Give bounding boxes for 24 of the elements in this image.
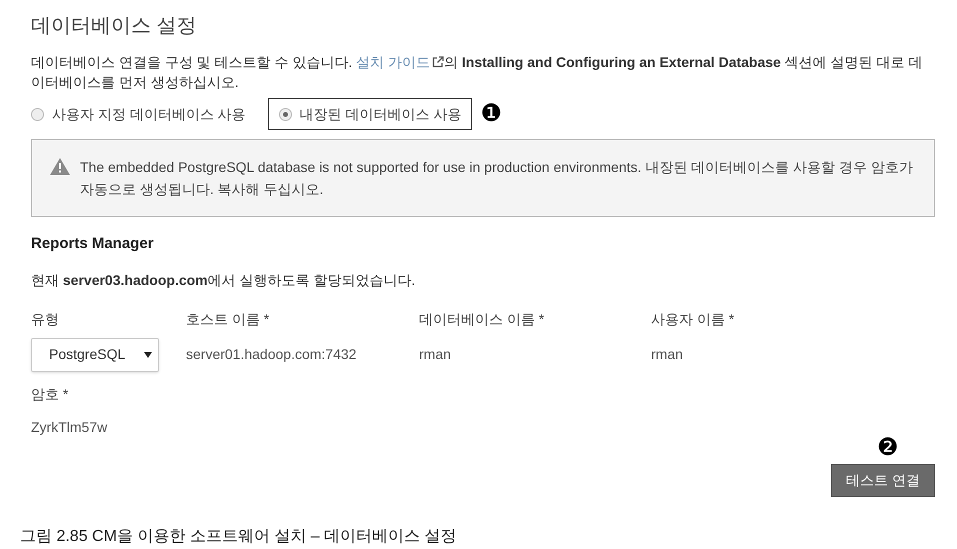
callout-number: ❶	[480, 102, 502, 126]
field-value: rman	[651, 345, 684, 364]
callout-number: ❷	[877, 436, 899, 460]
warning-text: The embedded PostgreSQL database is not supported for use in production environments. 내장된 데이터베이스를 사용할 경우 암호가 자동으로 생성됩니다. 복사해 두십시오.	[80, 158, 914, 199]
field-value: ZyrkTlm57w	[31, 418, 108, 437]
description-text: 데이터베이스 연결을 구성 및 테스트할 수 있습니다. 설치 가이드 의 Installing and Configuring an External Database 섹션에 설명된 대로 데이터베이스를 먼저 생성하십시오.	[31, 52, 924, 92]
field-value: rman	[419, 345, 452, 364]
type-dropdown[interactable]: PostgreSQL	[31, 338, 159, 372]
warning-icon	[50, 158, 70, 175]
field-label: 데이터베이스 이름 *	[419, 310, 546, 328]
field-label: 사용자 이름 *	[651, 310, 736, 328]
field-value: server01.hadoop.com:7432	[186, 345, 358, 364]
radio-option[interactable]: 내장된 데이터베이스 사용	[268, 98, 472, 130]
external-link-icon	[432, 56, 444, 68]
field-label: 암호 *	[31, 384, 70, 404]
figure-caption: 그림 2.85 CM을 이용한 소프트웨어 설치 – 데이터베이스 설정	[20, 526, 458, 546]
field-label: 호스트 이름 *	[186, 310, 270, 328]
caret-icon	[144, 352, 152, 358]
radio-option[interactable]: 사용자 지정 데이터베이스 사용	[31, 98, 260, 130]
page-title: 데이터베이스 설정	[31, 14, 198, 39]
section-title: Reports Manager	[31, 234, 155, 254]
field-label: 유형	[31, 310, 60, 328]
assignment-text: 현재 server03.hadoop.com에서 실행하도록 할당되었습니다.	[31, 270, 416, 290]
test-connection-button[interactable]: 테스트 연결	[831, 464, 935, 496]
